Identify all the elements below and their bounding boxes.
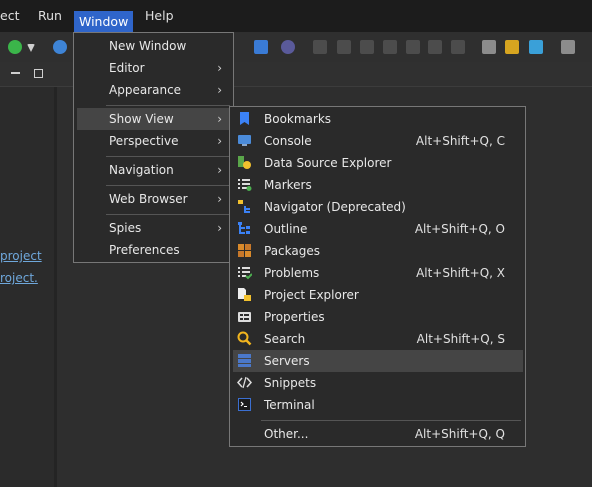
menu-item-navigation[interactable]: Navigation › <box>77 159 230 181</box>
menu-item-editor[interactable]: Editor › <box>77 57 230 79</box>
merge-icon[interactable] <box>505 40 519 54</box>
dropdown-arrow-icon[interactable] <box>27 44 35 52</box>
view-item-navigator[interactable]: Navigator (Deprecated) <box>233 196 523 218</box>
markers-icon <box>238 179 252 191</box>
menu-bar: ect Run Window Help <box>0 0 592 32</box>
project-link[interactable]: project <box>0 249 42 263</box>
menu-item-preferences[interactable]: Preferences <box>77 239 230 261</box>
monitor-icon[interactable] <box>254 40 268 54</box>
menu-window[interactable]: Window <box>74 11 134 32</box>
menu-item-new-window[interactable]: New Window <box>77 35 230 57</box>
step-over-icon[interactable] <box>428 40 442 54</box>
view-item-terminal[interactable]: Terminal <box>233 394 523 416</box>
snippets-icon <box>237 376 252 389</box>
show-view-menu: Bookmarks Console Alt+Shift+Q, C Data So… <box>229 106 526 447</box>
view-item-console[interactable]: Console Alt+Shift+Q, C <box>233 130 523 152</box>
separator <box>106 185 230 186</box>
properties-icon <box>238 312 251 322</box>
maximize-icon[interactable] <box>34 69 43 78</box>
view-item-markers[interactable]: Markers <box>233 174 523 196</box>
step-into-icon[interactable] <box>406 40 420 54</box>
window-menu: New Window Editor › Appearance › Show View… <box>73 32 234 263</box>
skip-breakpoints-icon[interactable] <box>281 40 295 54</box>
menu-item-appearance[interactable]: Appearance › <box>77 79 230 101</box>
chevron-right-icon: › <box>217 221 222 235</box>
step-return-icon[interactable] <box>451 40 465 54</box>
packages-icon <box>238 244 251 257</box>
console-icon <box>238 135 251 146</box>
separator <box>261 420 521 421</box>
servers-icon <box>238 354 251 367</box>
outline-icon <box>238 222 250 234</box>
view-item-project-explorer[interactable]: Project Explorer <box>233 284 523 306</box>
separator <box>106 105 230 106</box>
project-link-2[interactable]: roject. <box>0 271 38 285</box>
run-icon[interactable] <box>8 40 22 54</box>
menu-item-spies[interactable]: Spies › <box>77 217 230 239</box>
menu-project[interactable]: ect <box>0 7 19 25</box>
separator <box>106 214 230 215</box>
toggle-icon[interactable] <box>529 40 543 54</box>
resume-icon[interactable] <box>313 40 327 54</box>
separator <box>106 156 230 157</box>
view-item-properties[interactable]: Properties <box>233 306 523 328</box>
menu-item-perspective[interactable]: Perspective › <box>77 130 230 152</box>
search-icon <box>237 331 252 346</box>
menu-item-show-view[interactable]: Show View › <box>77 108 230 130</box>
terminate-icon[interactable] <box>360 40 374 54</box>
view-item-bookmarks[interactable]: Bookmarks <box>233 108 523 130</box>
view-item-problems[interactable]: Problems Alt+Shift+Q, X <box>233 262 523 284</box>
package-icon[interactable] <box>561 40 575 54</box>
project-explorer-icon <box>238 288 251 301</box>
bookmark-icon <box>240 112 249 125</box>
view-item-data-source-explorer[interactable]: Data Source Explorer <box>233 152 523 174</box>
chevron-right-icon: › <box>217 61 222 75</box>
view-item-packages[interactable]: Packages <box>233 240 523 262</box>
menu-help[interactable]: Help <box>145 7 174 25</box>
chevron-right-icon: › <box>217 112 222 126</box>
chevron-right-icon: › <box>217 134 222 148</box>
chevron-right-icon: › <box>217 83 222 97</box>
data-source-icon <box>238 156 251 169</box>
minimize-icon[interactable] <box>11 72 20 74</box>
terminal-icon <box>238 398 251 411</box>
view-item-servers[interactable]: Servers <box>233 350 523 372</box>
left-pane: project roject. <box>0 87 54 487</box>
chevron-right-icon: › <box>217 192 222 206</box>
chevron-right-icon: › <box>217 163 222 177</box>
menu-item-web-browser[interactable]: Web Browser › <box>77 188 230 210</box>
disconnect-icon[interactable] <box>383 40 397 54</box>
globe-icon[interactable] <box>53 40 67 54</box>
problems-icon <box>238 267 252 280</box>
menu-run[interactable]: Run <box>38 7 62 25</box>
view-item-snippets[interactable]: Snippets <box>233 372 523 394</box>
navigator-icon <box>238 200 250 213</box>
list-icon[interactable] <box>482 40 496 54</box>
view-item-search[interactable]: Search Alt+Shift+Q, S <box>233 328 523 350</box>
suspend-icon[interactable] <box>337 40 351 54</box>
view-item-outline[interactable]: Outline Alt+Shift+Q, O <box>233 218 523 240</box>
view-item-other[interactable]: Other... Alt+Shift+Q, Q <box>233 423 523 445</box>
